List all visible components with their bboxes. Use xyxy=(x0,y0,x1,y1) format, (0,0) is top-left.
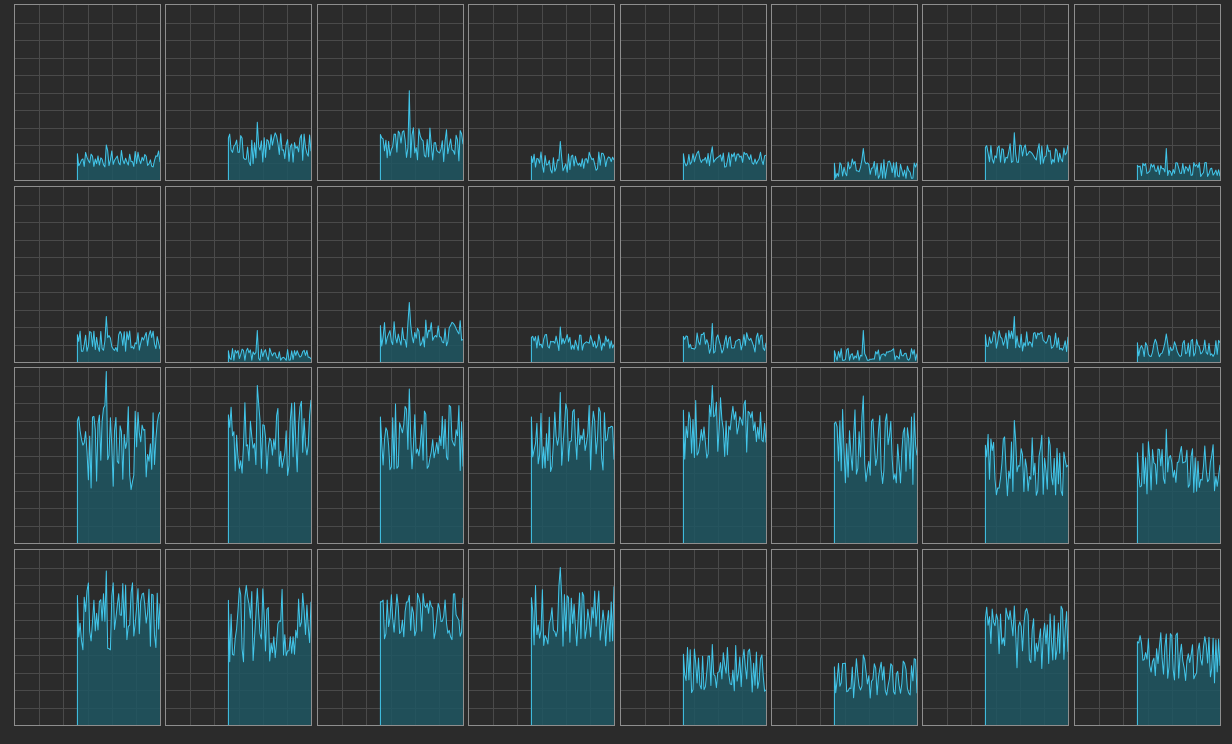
cpu-history-graph xyxy=(1074,186,1220,362)
cpu-history-graph xyxy=(15,5,160,180)
cpu-history-panel xyxy=(1073,367,1221,544)
cpu-history-panel xyxy=(165,185,313,363)
cpu-history-graph xyxy=(15,186,160,362)
cpu-history-grid xyxy=(14,4,1221,727)
cpu-history-graph xyxy=(771,186,917,362)
cpu-history-panel xyxy=(14,185,161,363)
cpu-usage-area xyxy=(682,644,766,725)
cpu-history-graph xyxy=(469,368,615,543)
cpu-history-panel xyxy=(1073,4,1221,181)
cpu-usage-area xyxy=(531,567,615,725)
cpu-history-graph xyxy=(317,5,463,180)
cpu-history-graph xyxy=(1074,549,1220,725)
cpu-history-panel xyxy=(14,548,161,726)
cpu-history-graph xyxy=(771,5,917,180)
cpu-history-panel xyxy=(14,367,161,544)
cpu-history-graph xyxy=(923,5,1069,180)
graph-gridlines xyxy=(166,186,312,362)
cpu-usage-area xyxy=(1137,333,1220,362)
cpu-history-graph xyxy=(620,186,766,362)
cpu-history-graph xyxy=(1074,5,1220,180)
cpu-history-panel xyxy=(1073,548,1221,726)
cpu-history-graph xyxy=(469,5,615,180)
cpu-history-panel xyxy=(619,367,767,544)
cpu-history-panel xyxy=(14,4,161,181)
cpu-usage-area xyxy=(228,330,312,362)
cpu-usage-area xyxy=(1137,632,1220,725)
cpu-history-graph xyxy=(771,549,917,725)
cpu-history-graph xyxy=(620,368,766,543)
cpu-usage-area xyxy=(380,302,463,362)
cpu-history-panel xyxy=(922,185,1070,363)
cpu-usage-area xyxy=(380,90,463,180)
cpu-usage-area xyxy=(834,330,917,362)
cpu-history-graph xyxy=(620,5,766,180)
cpu-history-panel xyxy=(165,367,313,544)
cpu-history-panel xyxy=(468,4,616,181)
cpu-history-graph xyxy=(923,549,1069,725)
graph-gridlines xyxy=(771,186,917,362)
cpu-history-panel xyxy=(770,367,918,544)
cpu-history-panel xyxy=(922,548,1070,726)
graph-gridlines xyxy=(1074,186,1220,362)
cpu-usage-area xyxy=(834,396,917,543)
cpu-history-graph xyxy=(923,186,1069,362)
cpu-history-graph xyxy=(923,368,1069,543)
cpu-history-graph xyxy=(469,549,615,725)
cpu-history-graph xyxy=(771,368,917,543)
cpu-history-panel xyxy=(468,185,616,363)
cpu-history-graph xyxy=(166,549,312,725)
graph-gridlines xyxy=(771,5,917,180)
cpu-usage-area xyxy=(985,132,1069,180)
cpu-usage-area xyxy=(531,141,615,180)
cpu-history-panel xyxy=(619,4,767,181)
graph-gridlines xyxy=(1074,5,1220,180)
cpu-history-panel xyxy=(165,548,313,726)
cpu-history-panel xyxy=(165,4,313,181)
cpu-history-graph xyxy=(166,186,312,362)
cpu-history-graph xyxy=(469,186,615,362)
cpu-history-graph xyxy=(317,186,463,362)
cpu-history-graph xyxy=(15,549,160,725)
cpu-history-panel xyxy=(468,367,616,544)
cpu-history-panel xyxy=(316,548,464,726)
cpu-history-panel xyxy=(619,548,767,726)
cpu-history-panel xyxy=(316,4,464,181)
cpu-usage-area xyxy=(1137,429,1220,543)
cpu-history-panel xyxy=(468,548,616,726)
cpu-history-graph xyxy=(15,368,160,543)
cpu-history-graph xyxy=(317,368,463,543)
cpu-history-graph xyxy=(317,549,463,725)
cpu-history-graph xyxy=(620,549,766,725)
cpu-history-panel xyxy=(922,4,1070,181)
cpu-history-panel xyxy=(770,4,918,181)
cpu-history-panel xyxy=(770,548,918,726)
cpu-history-graph xyxy=(1074,368,1220,543)
cpu-history-panel xyxy=(770,185,918,363)
cpu-history-graph xyxy=(166,5,312,180)
graph-gridlines xyxy=(469,186,615,362)
cpu-history-graph xyxy=(166,368,312,543)
cpu-history-panel xyxy=(316,367,464,544)
cpu-history-panel xyxy=(1073,185,1221,363)
cpu-history-panel xyxy=(619,185,767,363)
cpu-history-panel xyxy=(922,367,1070,544)
cpu-usage-area xyxy=(531,326,615,362)
cpu-history-panel xyxy=(316,185,464,363)
